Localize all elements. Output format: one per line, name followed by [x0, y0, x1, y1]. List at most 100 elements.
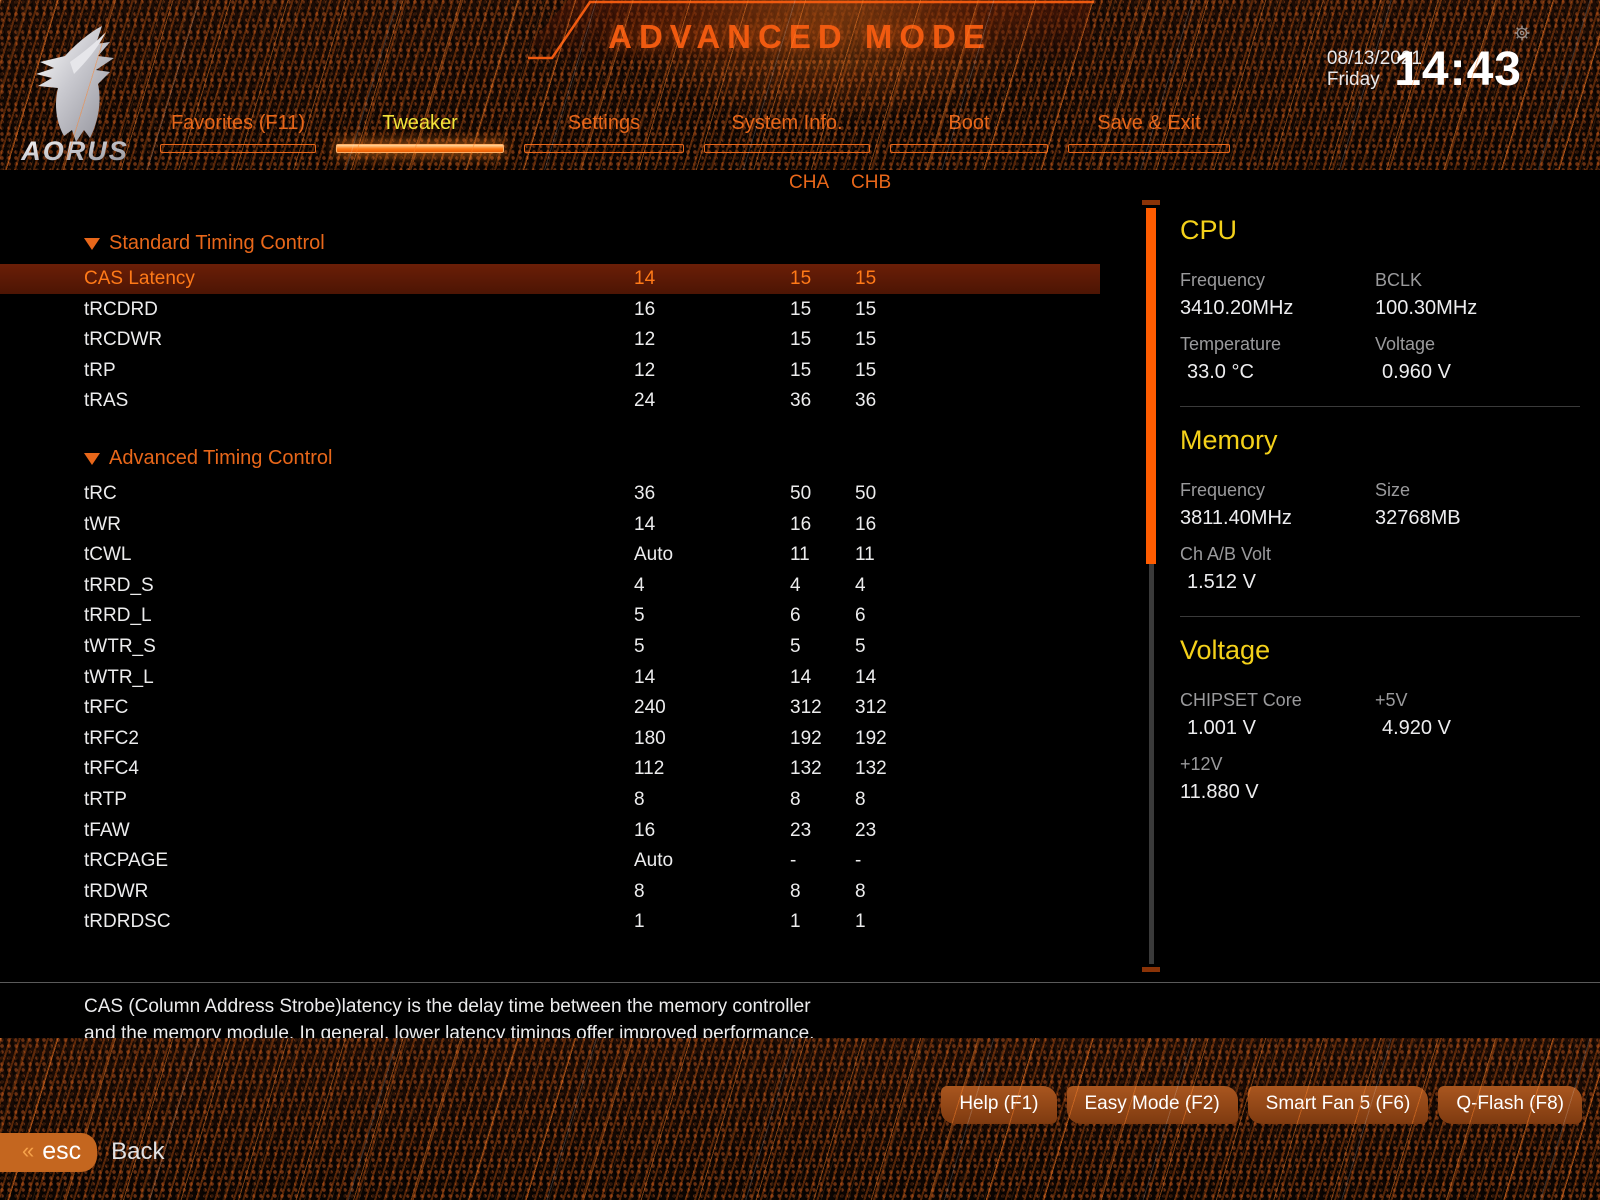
monitor-label: BCLK	[1375, 270, 1423, 290]
timing-cha: 8	[790, 880, 801, 902]
timing-chb: 192	[855, 727, 887, 749]
panel-title: CPU	[1180, 215, 1238, 245]
gear-icon[interactable]	[1514, 25, 1530, 41]
timing-chb: 11	[855, 544, 875, 566]
section-header[interactable]: Advanced Timing Control	[84, 447, 332, 470]
timing-name: tWTR_L	[84, 666, 154, 688]
timing-row-selected[interactable]: CAS Latency 14 15 15	[0, 264, 1100, 294]
panel-title: Voltage	[1180, 635, 1271, 665]
timing-value[interactable]: 16	[634, 299, 655, 321]
timing-chb: 132	[855, 758, 887, 780]
timing-cha: 192	[790, 727, 822, 749]
timing-value[interactable]: 1	[634, 911, 645, 933]
timing-row[interactable]: tRFC2 180 192 192	[0, 724, 1100, 754]
timing-value[interactable]: 12	[634, 329, 655, 351]
nav-tab-underline	[336, 144, 504, 153]
monitor-value	[1375, 569, 1570, 594]
timing-list: Standard Timing Control CAS Latency 14 15 15…	[0, 196, 1140, 980]
timing-value[interactable]: 4	[634, 575, 645, 597]
timing-value[interactable]: Auto	[634, 850, 673, 872]
function-key-button[interactable]: Smart Fan 5 (F6)	[1247, 1086, 1429, 1124]
timing-value[interactable]: 180	[634, 728, 666, 750]
timing-chb: 6	[855, 605, 866, 627]
timing-value[interactable]: 8	[634, 789, 645, 811]
timing-value[interactable]: 12	[634, 360, 655, 382]
timing-name: CAS Latency	[84, 268, 195, 289]
timing-row[interactable]: tWR 14 16 16	[0, 510, 1100, 540]
timing-value[interactable]: 8	[634, 881, 645, 903]
timing-cha: 1	[790, 911, 801, 933]
nav-tab-boot[interactable]: Boot	[890, 112, 1048, 153]
timing-name: tFAW	[84, 819, 130, 841]
timing-value[interactable]: 24	[634, 390, 655, 412]
timing-value[interactable]: 14	[634, 514, 655, 536]
timing-cha: 14	[790, 666, 812, 688]
timing-chb: 4	[855, 574, 866, 596]
nav-tab-tweaker[interactable]: Tweaker	[336, 112, 504, 153]
timing-row[interactable]: tRFC 240 312 312	[0, 693, 1100, 723]
nav-tab-underline	[160, 144, 316, 153]
monitor-label: Frequency	[1180, 270, 1266, 290]
timing-row[interactable]: tRCPAGE Auto - -	[0, 846, 1100, 876]
monitor-label: Temperature	[1180, 334, 1282, 354]
timing-row[interactable]: tRDWR 8 8 8	[0, 877, 1100, 907]
timing-name: tRDWR	[84, 880, 149, 902]
monitor-value: 11.880 V	[1180, 781, 1259, 803]
timing-value[interactable]: Auto	[634, 544, 673, 566]
timing-row[interactable]: tRP 12 15 15	[0, 356, 1100, 386]
timing-value[interactable]: 112	[634, 758, 664, 780]
timing-row[interactable]: tWTR_S 5 5 5	[0, 632, 1100, 662]
nav-tab-save-exit[interactable]: Save & Exit	[1068, 112, 1230, 153]
bios-screen: ADVANCED MODE AORUS 08/13/2021 Friday 14…	[0, 0, 1600, 1200]
nav-tab-label: Settings	[567, 112, 641, 134]
timing-name: tRCDRD	[84, 298, 158, 320]
timing-chb: 50	[855, 483, 877, 504]
timing-row[interactable]: tRCDWR 12 15 15	[0, 325, 1100, 355]
function-key-button[interactable]: Q-Flash (F8)	[1438, 1086, 1582, 1124]
monitor-value: 100.30MHz	[1375, 297, 1478, 319]
timing-value[interactable]: 5	[634, 636, 645, 658]
timing-row[interactable]: tRTP 8 8 8	[0, 785, 1100, 815]
nav-tab-underline	[524, 144, 684, 153]
nav-tab-underline	[1068, 144, 1230, 153]
timing-row[interactable]: tFAW 16 23 23	[0, 816, 1100, 846]
timing-cha: 132	[790, 758, 822, 780]
timing-row[interactable]: tRAS 24 36 36	[0, 386, 1100, 416]
timing-value[interactable]: 14	[634, 268, 655, 290]
nav-tab-system-info[interactable]: System Info.	[704, 112, 870, 153]
timing-value[interactable]: 36	[634, 483, 655, 505]
timing-name: tRFC	[84, 697, 129, 719]
panel-title: Memory	[1180, 425, 1278, 455]
timing-row[interactable]: tRCDRD 16 15 15	[0, 295, 1100, 325]
nav-tab-settings[interactable]: Settings	[524, 112, 684, 153]
esc-button[interactable]: « esc	[0, 1132, 98, 1172]
monitor-value: 4.920 V	[1382, 717, 1451, 739]
timing-value[interactable]: 14	[634, 667, 655, 689]
timing-row[interactable]: tRFC4 112 132 132	[0, 754, 1100, 784]
nav-tab-favorites-f11[interactable]: Favorites (F11)	[160, 112, 316, 153]
timing-row[interactable]: tRDRDSC 1 1 1	[0, 907, 1100, 937]
timing-chb: 5	[855, 636, 866, 657]
timing-row[interactable]: tWTR_L 14 14 14	[0, 663, 1100, 693]
back-label: Back	[111, 1138, 165, 1165]
timing-value[interactable]: 16	[634, 820, 655, 842]
timing-value[interactable]: 240	[634, 697, 666, 719]
timing-row[interactable]: tRRD_S 4 4 4	[0, 571, 1100, 601]
timing-cha: 15	[790, 359, 812, 381]
header-bar: ADVANCED MODE AORUS 08/13/2021 Friday 14…	[0, 0, 1600, 170]
timing-cha: 8	[790, 789, 801, 810]
timing-row[interactable]: tCWL Auto 11 11	[0, 540, 1100, 570]
column-header-cha: CHA	[789, 172, 830, 193]
timing-value[interactable]: 5	[634, 605, 645, 627]
scrollbar[interactable]	[1142, 200, 1160, 972]
timing-chb: 312	[855, 697, 887, 719]
monitor-value: 32768MB	[1375, 507, 1461, 529]
timing-row[interactable]: tRC 36 50 50	[0, 479, 1100, 509]
timing-row[interactable]: tRRD_L 5 6 6	[0, 601, 1100, 631]
function-key-button[interactable]: Help (F1)	[941, 1086, 1057, 1124]
monitor-label: +12V	[1180, 754, 1223, 774]
function-key-button[interactable]: Easy Mode (F2)	[1066, 1086, 1238, 1124]
timing-chb: 36	[855, 390, 877, 412]
scrollbar-thumb[interactable]	[1146, 208, 1156, 564]
section-header[interactable]: Standard Timing Control	[84, 232, 325, 255]
